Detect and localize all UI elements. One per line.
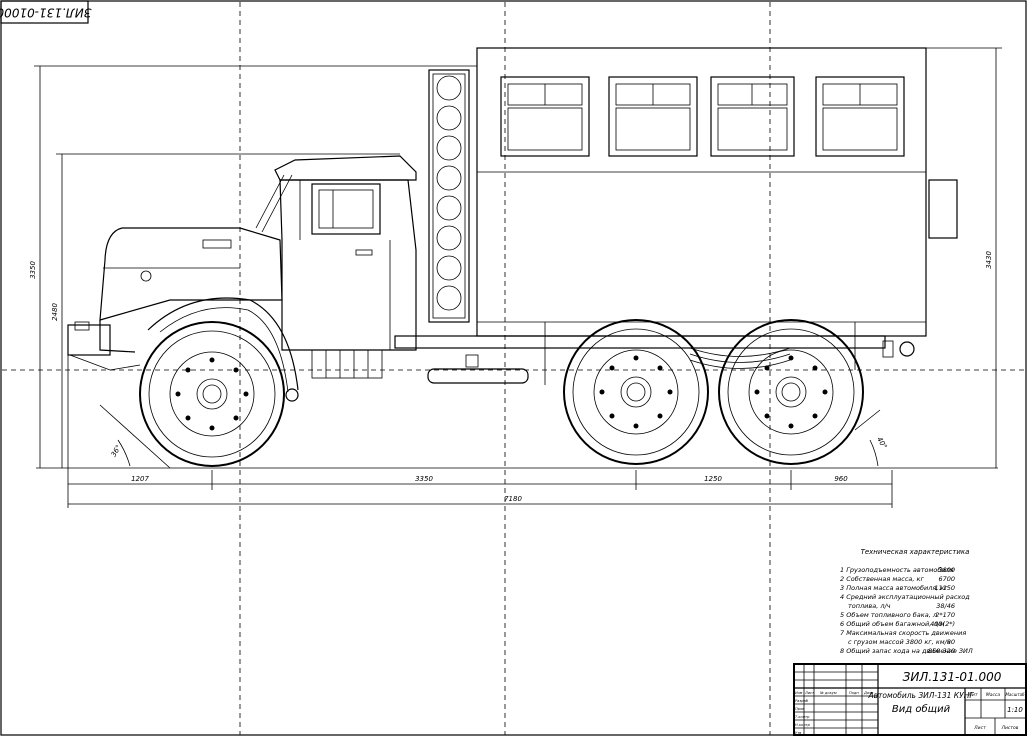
tb-row-d: Подп xyxy=(849,691,859,695)
spec-label: 3 Полная масса автомобиля, кг xyxy=(840,584,948,592)
dimension-lines xyxy=(34,47,1002,508)
drawing-name-line2: Вид общий xyxy=(892,703,951,715)
kung-body xyxy=(476,47,958,358)
spare-wheel-rack xyxy=(428,69,470,323)
tb-row-a: Утв xyxy=(795,731,801,735)
spec-label: 1 Грузоподъемность автомобиля xyxy=(840,566,954,574)
dim-departure-angle: 40° xyxy=(875,436,888,451)
dim-body-height: 3430 xyxy=(985,251,993,269)
spec-label: с грузом массой 3800 кг, км/ч xyxy=(848,638,951,646)
spec-value: 11150 xyxy=(934,584,955,592)
truck-drawing xyxy=(67,47,958,469)
spec-value: 850-320 xyxy=(928,647,955,655)
specs-block: Техническая характеристика 1 Грузоподъем… xyxy=(840,548,973,655)
spec-value: 400(2*) xyxy=(930,620,955,628)
body-windows xyxy=(500,76,905,157)
hood xyxy=(67,227,299,402)
rotated-stamp: ЗИЛ.131-01000 xyxy=(0,0,91,24)
cab xyxy=(255,155,417,379)
col-lit-label: Лит xyxy=(968,692,978,698)
rear-wheel xyxy=(718,319,864,465)
drawing-sheet: ЗИЛ.131-01000 3350 2480 3430 1207 3350 1… xyxy=(0,0,1027,736)
tb-row-a: Разраб xyxy=(795,699,809,703)
rotated-stamp-text: ЗИЛ.131-01000 xyxy=(0,6,91,20)
tb-row-c: № докум xyxy=(819,691,837,695)
drawing-code: ЗИЛ.131-01.000 xyxy=(903,670,1002,684)
tb-row-a: Изм xyxy=(795,691,803,695)
tb-row-a: Пров xyxy=(795,707,804,711)
scale-value: 1:10 xyxy=(1007,706,1023,714)
sheet-label: Лист xyxy=(973,725,986,731)
spec-value: 3800 xyxy=(938,566,955,574)
dim-cab-height: 2480 xyxy=(51,303,59,321)
middle-wheel xyxy=(563,319,709,465)
dim-rear-bogie: 1250 xyxy=(704,475,722,483)
dim-approach-angle: 36° xyxy=(110,444,123,459)
spec-label: 2 Собственная масса, кг xyxy=(840,575,924,583)
chassis-frame xyxy=(394,322,886,385)
spec-value: 2*170 xyxy=(935,611,955,619)
specs-title: Техническая характеристика xyxy=(861,548,970,556)
dim-rear-overhang: 960 xyxy=(834,475,848,483)
front-wheel xyxy=(139,321,285,467)
spec-label: 7 Максимальная скорость движения xyxy=(840,629,966,637)
dim-wheelbase: 3350 xyxy=(415,475,433,483)
spec-label: 5 Объем топливного бака, л xyxy=(840,611,937,619)
spec-label: 4 Средний эксплуатационный расход xyxy=(840,593,970,601)
dim-front-overhang: 1207 xyxy=(131,475,149,483)
spec-label: 6 Общий объем багажной, л/м xyxy=(840,620,945,628)
spec-value: 80 xyxy=(947,638,955,646)
tb-row-b: Лист xyxy=(804,691,815,695)
col-scale-label: Масштаб xyxy=(1005,692,1025,697)
spec-value: 6700 xyxy=(938,575,955,583)
tb-row-a: Н.контр xyxy=(795,723,811,727)
spec-value: 38/46 xyxy=(936,602,955,610)
drawing-name-line1: Автомобиль ЗИЛ-131 КУНГ xyxy=(867,691,974,700)
tb-row-e: Дата xyxy=(863,691,873,695)
sheets-label: Листов xyxy=(1001,725,1019,731)
dim-overall-length: 7180 xyxy=(504,495,522,503)
dim-total-height: 3350 xyxy=(29,261,37,279)
spec-label: топлива, л/ч xyxy=(848,602,891,610)
col-mass-label: Масса xyxy=(986,692,1001,698)
tb-row-a: Т.контр xyxy=(795,715,810,719)
